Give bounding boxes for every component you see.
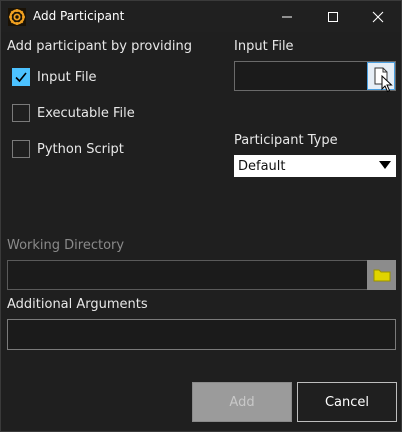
checkbox-label: Executable File (37, 105, 135, 121)
cancel-button[interactable]: Cancel (297, 382, 397, 422)
maximize-icon (328, 11, 338, 22)
additional-arguments-field[interactable] (7, 319, 396, 350)
checkbox-box[interactable] (12, 140, 30, 158)
checkbox-box[interactable] (12, 104, 30, 122)
checkbox-label: Python Script (37, 141, 124, 157)
minimize-icon (282, 16, 292, 17)
mouse-cursor-icon (381, 75, 393, 93)
checkbox-box[interactable] (12, 68, 30, 86)
gear-logo-icon (8, 8, 26, 26)
working-directory-field[interactable] (7, 260, 396, 290)
input-file-checkbox[interactable]: Input File (12, 67, 97, 87)
participant-type-value: Default (238, 158, 286, 174)
working-directory-label: Working Directory (7, 238, 125, 253)
add-participant-dialog: Add Participant Add participant by provi… (0, 0, 402, 432)
chevron-down-icon (379, 161, 391, 169)
python-script-checkbox[interactable]: Python Script (12, 139, 124, 159)
executable-file-checkbox[interactable]: Executable File (12, 103, 135, 123)
close-button[interactable] (355, 1, 401, 32)
folder-icon (373, 269, 390, 282)
participant-type-select[interactable]: Default (234, 155, 396, 177)
add-button[interactable]: Add (192, 382, 292, 422)
checkbox-label: Input File (37, 69, 97, 85)
maximize-button[interactable] (310, 1, 356, 32)
minimize-button[interactable] (264, 1, 310, 32)
close-icon (372, 11, 384, 22)
participant-type-label: Participant Type (234, 133, 338, 148)
input-file-label: Input File (234, 39, 294, 54)
browse-working-directory-button[interactable] (367, 260, 396, 290)
checkmark-icon (15, 72, 27, 83)
provide-group-label: Add participant by providing (7, 39, 193, 54)
additional-arguments-label: Additional Arguments (7, 297, 148, 312)
title-bar[interactable]: Add Participant (1, 1, 401, 32)
window-title: Add Participant (33, 9, 125, 23)
